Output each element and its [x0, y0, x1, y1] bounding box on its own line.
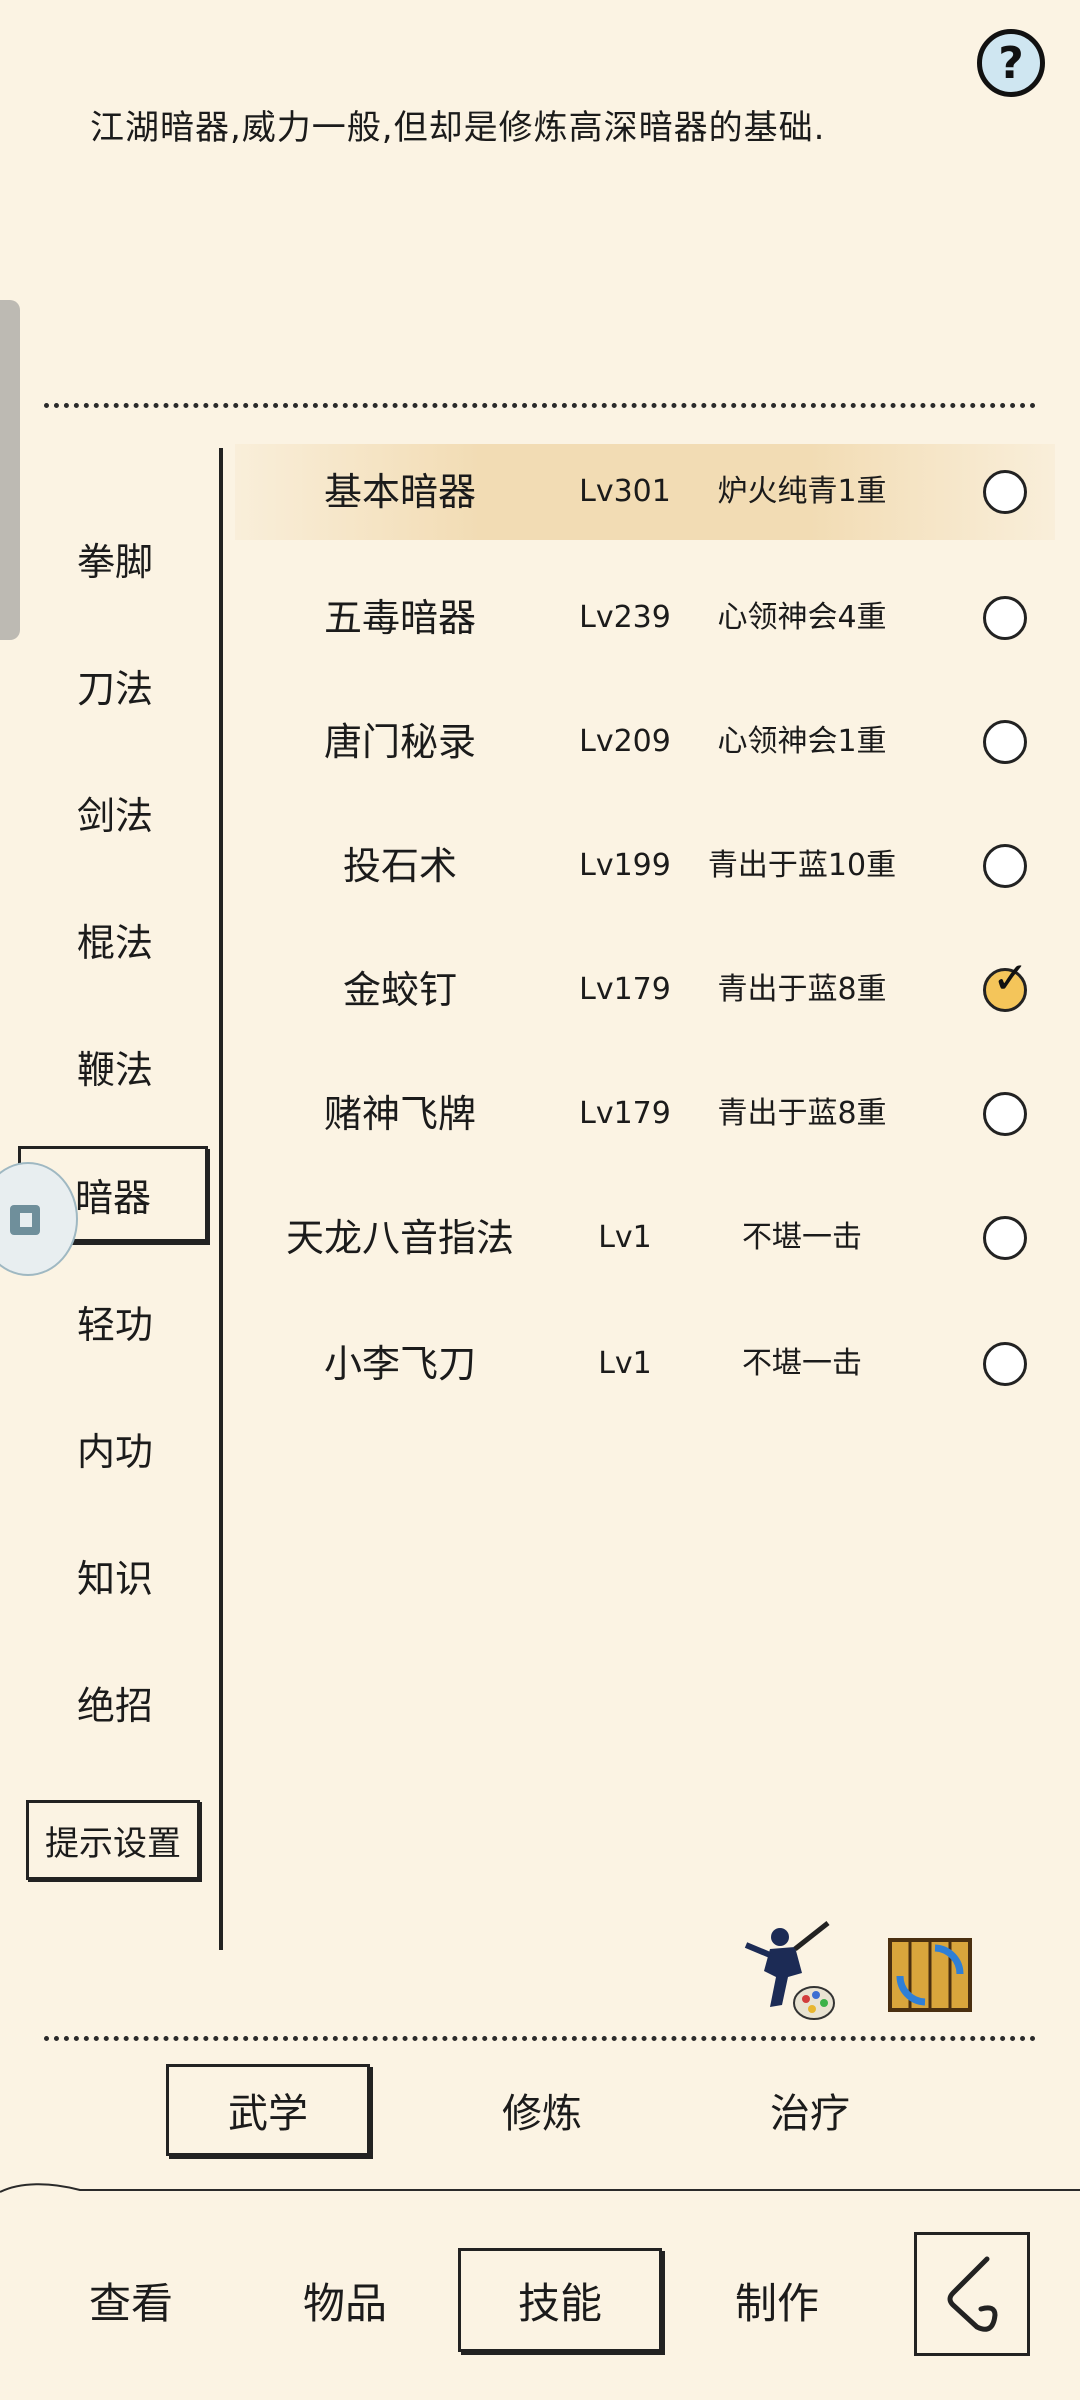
skill-checkbox[interactable] [983, 596, 1027, 640]
skill-description: 江湖暗器,威力一般,但却是修炼高深暗器的基础. [90, 108, 826, 148]
skill-rank: 青出于蓝10重 [707, 848, 897, 883]
skill-rank: 青出于蓝8重 [717, 1096, 887, 1131]
hint-settings-button[interactable]: 提示设置 [26, 1800, 200, 1880]
skill-name: 基本暗器 [323, 470, 476, 514]
nav-tab-items[interactable]: 物品 [262, 2248, 428, 2352]
checkmark-icon: ✓ [992, 953, 1029, 1004]
help-button[interactable]: ? [977, 29, 1045, 97]
floating-assistant-glyph [10, 1205, 40, 1235]
skill-row[interactable]: 唐门秘录 Lv209 心领神会1重 [235, 694, 1055, 790]
category-zhishi[interactable]: 知识 [20, 1527, 210, 1623]
skill-name: 赌神飞牌 [323, 1092, 476, 1136]
skill-row[interactable]: 投石术 Lv199 青出于蓝10重 [235, 818, 1055, 914]
subtab-zhiliao[interactable]: 治疗 [708, 2064, 912, 2156]
skill-rank: 青出于蓝8重 [717, 972, 887, 1007]
side-drawer-handle[interactable] [0, 300, 20, 640]
skill-row[interactable]: 五毒暗器 Lv239 心领神会4重 [235, 570, 1055, 666]
skill-level: Lv1 [598, 1220, 652, 1255]
category-quanjiao[interactable]: 拳脚 [20, 510, 210, 606]
category-divider [219, 448, 223, 1950]
bottom-bar-border [0, 2183, 1080, 2193]
skill-row[interactable]: 小李飞刀 Lv1 不堪一击 [235, 1316, 1055, 1412]
skill-rank: 不堪一击 [742, 1220, 862, 1255]
nav-tab-skills[interactable]: 技能 [458, 2248, 662, 2352]
skill-rank: 不堪一击 [742, 1346, 862, 1381]
back-arrow-icon [947, 2256, 998, 2332]
subtab-wuxue[interactable]: 武学 [166, 2064, 370, 2156]
subtab-xiulian[interactable]: 修炼 [440, 2064, 644, 2156]
skill-rank: 炉火纯青1重 [717, 474, 887, 509]
skill-level: Lv209 [579, 724, 671, 759]
skill-checkbox[interactable] [983, 1342, 1027, 1386]
skill-level: Lv199 [579, 848, 671, 883]
category-neigong[interactable]: 内功 [20, 1400, 210, 1496]
skill-row[interactable]: 天龙八音指法 Lv1 不堪一击 [235, 1190, 1055, 1286]
category-jianfa[interactable]: 剑法 [20, 764, 210, 860]
skill-name: 小李飞刀 [323, 1342, 476, 1386]
skill-name: 投石术 [342, 844, 457, 888]
top-divider [44, 403, 1036, 408]
skill-row[interactable]: 金蛟钉 Lv179 青出于蓝8重 ✓ [235, 942, 1055, 1038]
skill-checkbox[interactable] [983, 720, 1027, 764]
fighter-palette-icon[interactable] [740, 1915, 840, 2025]
category-gunfa[interactable]: 棍法 [20, 891, 210, 987]
category-qinggong[interactable]: 轻功 [20, 1273, 210, 1369]
skill-name: 唐门秘录 [323, 720, 476, 764]
skill-checkbox[interactable] [983, 1092, 1027, 1136]
skill-level: Lv179 [579, 972, 671, 1007]
skill-level: Lv179 [579, 1096, 671, 1131]
category-daofa[interactable]: 刀法 [20, 637, 210, 733]
skill-level: Lv1 [598, 1346, 652, 1381]
back-button[interactable] [914, 2232, 1030, 2356]
skill-name: 天龙八音指法 [285, 1216, 514, 1260]
skill-rank: 心领神会1重 [717, 724, 887, 759]
category-juezhao[interactable]: 绝招 [20, 1654, 210, 1750]
skill-row[interactable]: 赌神飞牌 Lv179 青出于蓝8重 [235, 1066, 1055, 1162]
bottom-divider [44, 2036, 1036, 2041]
nav-tab-view[interactable]: 查看 [48, 2248, 214, 2352]
skill-level: Lv239 [579, 600, 671, 635]
skill-name: 五毒暗器 [323, 596, 476, 640]
skill-checkbox[interactable] [983, 844, 1027, 888]
skill-checkbox[interactable] [983, 1216, 1027, 1260]
skill-row[interactable]: 基本暗器 Lv301 炉火纯青1重 [235, 444, 1055, 540]
question-icon: ? [998, 37, 1024, 89]
skill-checkbox[interactable] [983, 470, 1027, 514]
category-bianfa[interactable]: 鞭法 [20, 1018, 210, 1114]
skill-rank: 心领神会4重 [717, 600, 887, 635]
skill-name: 金蛟钉 [342, 968, 457, 1012]
scroll-swap-icon[interactable] [880, 1928, 980, 2023]
nav-tab-craft[interactable]: 制作 [694, 2248, 860, 2352]
skill-checkbox-checked[interactable]: ✓ [983, 957, 1029, 1012]
skill-level: Lv301 [579, 474, 671, 509]
